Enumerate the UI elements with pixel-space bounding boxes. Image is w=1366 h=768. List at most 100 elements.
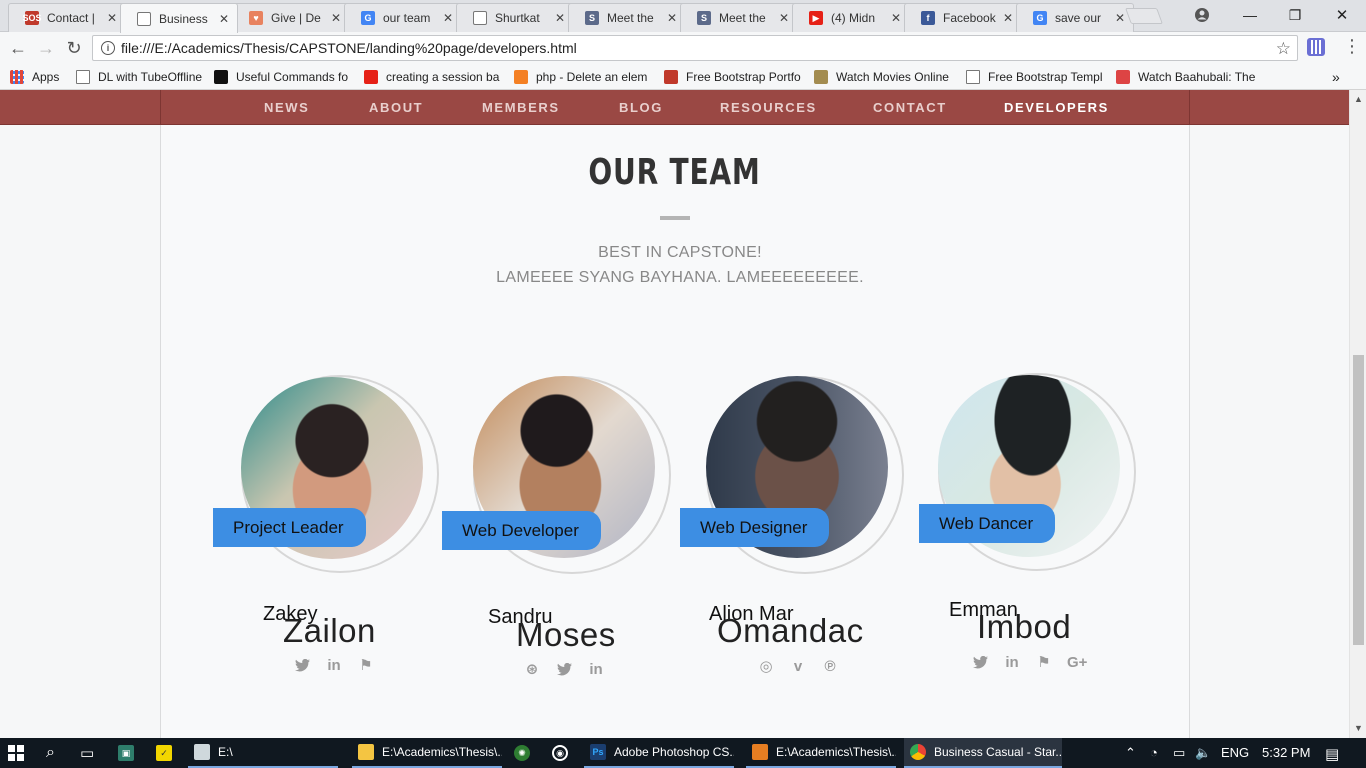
- back-button[interactable]: ←: [7, 37, 29, 59]
- tab-close-icon[interactable]: ✕: [665, 11, 679, 25]
- photoshop-icon: Ps: [590, 744, 606, 760]
- taskbar-app[interactable]: Ps Adobe Photoshop CS...: [584, 738, 734, 768]
- bookmark-item[interactable]: Watch Baahubali: The: [1116, 68, 1256, 85]
- bookmark-item[interactable]: Apps: [10, 68, 65, 85]
- minimize-button[interactable]: —: [1228, 4, 1272, 26]
- task-view-icon[interactable]: ▭: [80, 738, 94, 768]
- pinterest-icon[interactable]: ℗: [821, 657, 839, 675]
- tab-close-icon[interactable]: ✕: [553, 11, 567, 25]
- nav-link-members[interactable]: MEMBERS: [482, 100, 560, 115]
- scrollbar-thumb[interactable]: [1353, 355, 1364, 645]
- taskbar-app[interactable]: E:\Academics\Thesis\...: [746, 738, 896, 768]
- nav-link-news[interactable]: NEWS: [264, 100, 309, 115]
- bookmark-item[interactable]: Watch Movies Online: [814, 68, 954, 85]
- battery-icon[interactable]: ▭: [1173, 745, 1185, 761]
- linkedin-icon[interactable]: in: [587, 660, 605, 678]
- tab-close-icon[interactable]: ✕: [105, 11, 119, 25]
- twitter-icon[interactable]: [555, 660, 573, 678]
- linkedin-icon[interactable]: in: [325, 656, 343, 674]
- profile-icon[interactable]: [1180, 4, 1224, 26]
- scroll-up-icon[interactable]: ▲: [1354, 94, 1363, 104]
- browser-tab[interactable]: Shurtkat ✕: [456, 3, 574, 32]
- nav-link-resources[interactable]: RESOURCES: [720, 100, 817, 115]
- tray-chevron-icon[interactable]: ⌃: [1125, 745, 1136, 761]
- bookmark-item[interactable]: creating a session ba: [364, 68, 504, 85]
- tab-label: Contact |: [47, 11, 95, 25]
- tab-close-icon[interactable]: ✕: [217, 12, 231, 26]
- bookmark-item[interactable]: Useful Commands fo: [214, 68, 354, 85]
- bookmark-star-icon[interactable]: ☆: [1276, 39, 1291, 59]
- pinned-app-icon[interactable]: ▣: [118, 738, 142, 768]
- tab-close-icon[interactable]: ✕: [1001, 11, 1015, 25]
- browser-tab[interactable]: S Meet the ✕: [568, 3, 686, 32]
- taskbar-app[interactable]: E:\: [188, 738, 338, 768]
- bookmark-item[interactable]: php - Delete an elem: [514, 68, 654, 85]
- nav-link-contact[interactable]: CONTACT: [873, 100, 947, 115]
- extension-icon[interactable]: [1307, 38, 1325, 56]
- browser-tab[interactable]: SOS Contact | ✕: [8, 3, 126, 32]
- instagram-icon[interactable]: ◎: [757, 657, 775, 675]
- twitter-icon[interactable]: [971, 653, 989, 671]
- browser-tab[interactable]: Business ✕: [120, 3, 238, 33]
- role-badge: Web Designer: [680, 508, 829, 547]
- search-icon[interactable]: ⌕: [46, 738, 55, 768]
- browser-tab[interactable]: Gour team ✕: [344, 3, 462, 32]
- page-scrollbar[interactable]: ▲ ▼: [1349, 90, 1366, 738]
- tab-label: Meet the: [719, 11, 766, 25]
- browser-tab[interactable]: S Meet the ✕: [680, 3, 798, 32]
- browser-tab[interactable]: ♥ Give | De ✕: [232, 3, 350, 32]
- nav-link-developers[interactable]: DEVELOPERS: [1004, 100, 1109, 115]
- address-bar[interactable]: i file:///E:/Academics/Thesis/CAPSTONE/l…: [92, 35, 1298, 61]
- pinned-app-3-icon[interactable]: ◉: [552, 738, 576, 768]
- bookmarks-overflow-icon[interactable]: »: [1332, 68, 1340, 85]
- nav-link-blog[interactable]: BLOG: [619, 100, 663, 115]
- dribbble-icon[interactable]: ⊛: [523, 660, 541, 678]
- tab-close-icon[interactable]: ✕: [1113, 11, 1127, 25]
- social-links: in ⚑ G+: [971, 653, 1087, 671]
- tab-close-icon[interactable]: ✕: [889, 11, 903, 25]
- twitter-icon[interactable]: [293, 656, 311, 674]
- nav-link-about[interactable]: ABOUT: [369, 100, 423, 115]
- taskbar-app[interactable]: E:\Academics\Thesis\...: [352, 738, 502, 768]
- notification-icon[interactable]: ▤: [1325, 745, 1339, 763]
- bookmark-item[interactable]: DL with TubeOffline: [76, 68, 206, 85]
- new-tab-button[interactable]: [1125, 8, 1163, 24]
- page-viewport: NEWS ABOUT MEMBERS BLOG RESOURCES CONTACT DEVE…: [0, 90, 1366, 738]
- pinned-app-2-icon[interactable]: ✺: [514, 738, 538, 768]
- scroll-down-icon[interactable]: ▼: [1354, 723, 1363, 733]
- role-badge: Project Leader: [213, 508, 366, 547]
- tab-label: Business: [159, 11, 208, 26]
- navbar-inner: NEWS ABOUT MEMBERS BLOG RESOURCES CONTACT DEVE…: [160, 90, 1190, 125]
- wifi-icon[interactable]: ◔: [1150, 745, 1158, 760]
- browser-tab[interactable]: Gsave our ✕: [1016, 3, 1134, 32]
- close-window-button[interactable]: ✕: [1320, 4, 1364, 26]
- taskbar-app[interactable]: Business Casual - Star...: [904, 738, 1062, 768]
- bookmark-item[interactable]: Free Bootstrap Templ: [966, 68, 1106, 85]
- reload-button[interactable]: ↻: [63, 37, 85, 59]
- tab-close-icon[interactable]: ✕: [329, 11, 343, 25]
- sublime-icon: [752, 744, 768, 760]
- vimeo-icon[interactable]: v: [789, 657, 807, 675]
- tab-close-icon[interactable]: ✕: [441, 11, 455, 25]
- browser-tab[interactable]: ▶ (4) Midn ✕: [792, 3, 910, 32]
- forward-button[interactable]: →: [35, 37, 57, 59]
- restore-button[interactable]: ❐: [1273, 4, 1317, 26]
- browser-toolbar: ← → ↻ i file:///E:/Academics/Thesis/CAPS…: [0, 32, 1366, 63]
- chrome-menu-icon[interactable]: ⋮: [1343, 36, 1361, 57]
- foursquare-icon[interactable]: ⚑: [357, 656, 375, 674]
- volume-icon[interactable]: 🔈: [1195, 745, 1211, 761]
- tab-close-icon[interactable]: ✕: [777, 11, 791, 25]
- role-badge: Web Developer: [442, 511, 601, 550]
- taskbar-app-label: E:\Academics\Thesis\...: [382, 745, 502, 759]
- clock[interactable]: 5:32 PM: [1262, 745, 1310, 760]
- start-button[interactable]: [8, 738, 24, 768]
- browser-tab[interactable]: f Facebook ✕: [904, 3, 1022, 32]
- foursquare-icon[interactable]: ⚑: [1035, 653, 1053, 671]
- bookmark-item[interactable]: Free Bootstrap Portfo: [664, 68, 804, 85]
- sticky-notes-icon[interactable]: ✓: [156, 738, 180, 768]
- linkedin-icon[interactable]: in: [1003, 653, 1021, 671]
- site-info-icon[interactable]: i: [101, 41, 115, 55]
- social-links: ⊛ in: [523, 660, 605, 679]
- google-plus-icon[interactable]: G+: [1067, 653, 1087, 671]
- language-indicator[interactable]: ENG: [1221, 745, 1249, 760]
